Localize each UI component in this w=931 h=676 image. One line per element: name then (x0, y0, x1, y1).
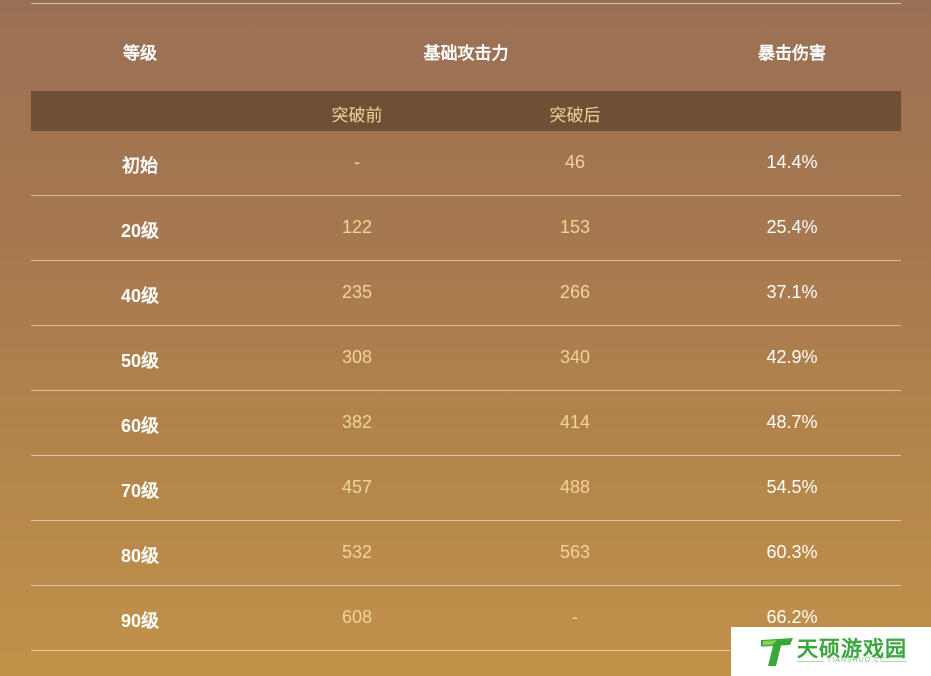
cell-before: 608 (341, 607, 373, 627)
cell-after: 46 (564, 152, 586, 172)
cell-crit: 54.5% (766, 477, 818, 497)
cell-after: 563 (559, 542, 591, 562)
tianshuo-logo-icon (761, 638, 793, 666)
header-level: 等级 (123, 44, 157, 63)
cell-after: 414 (559, 412, 591, 432)
cell-level: 70级 (120, 481, 160, 501)
cell-after: - (572, 607, 578, 627)
table-row: 20级 122 153 25.4% (31, 196, 901, 261)
cell-level: 80级 (120, 546, 160, 566)
cell-level: 20级 (120, 221, 160, 241)
cell-before: 235 (341, 282, 373, 302)
watermark-line-left (797, 661, 823, 662)
cell-before: - (354, 152, 360, 172)
cell-crit: 48.7% (766, 412, 818, 432)
header-crit-dmg: 暴击伤害 (758, 44, 826, 63)
subheader-before: 突破前 (331, 106, 383, 125)
cell-after: 266 (559, 282, 591, 302)
table-row: 50级 308 340 42.9% (31, 326, 901, 391)
cell-crit: 14.4% (766, 152, 818, 172)
cell-crit: 42.9% (766, 347, 818, 367)
cell-crit: 60.3% (766, 542, 818, 562)
table-header: 等级 基础攻击力 暴击伤害 (31, 4, 901, 91)
cell-before: 532 (341, 542, 373, 562)
watermark-line-right (881, 661, 907, 662)
cell-level: 90级 (120, 611, 160, 631)
stats-table: 等级 基础攻击力 暴击伤害 突破前 突破后 初始 - 46 14.4% 20级 … (31, 0, 901, 651)
cell-before: 308 (341, 347, 373, 367)
table-row: 初始 - 46 14.4% (31, 131, 901, 196)
cell-crit: 37.1% (766, 282, 818, 302)
cell-level: 初始 (122, 156, 158, 176)
watermark-domain: TIANSHUO.CC (827, 657, 887, 664)
subheader-after: 突破后 (549, 106, 601, 125)
cell-before: 382 (341, 412, 373, 432)
cell-before: 457 (341, 477, 373, 497)
site-watermark: 天硕游戏园 TIANSHUO.CC (731, 627, 931, 676)
header-base-atk: 基础攻击力 (423, 44, 509, 63)
table-row: 80级 532 563 60.3% (31, 521, 901, 586)
cell-before: 122 (341, 217, 373, 237)
cell-after: 488 (559, 477, 591, 497)
cell-level: 60级 (120, 416, 160, 436)
cell-crit: 25.4% (766, 217, 818, 237)
cell-after: 153 (559, 217, 591, 237)
cell-crit: 66.2% (766, 607, 818, 627)
cell-level: 40级 (120, 286, 160, 306)
table-row: 70级 457 488 54.5% (31, 456, 901, 521)
table-row: 60级 382 414 48.7% (31, 391, 901, 456)
table-row: 40级 235 266 37.1% (31, 261, 901, 326)
cell-after: 340 (559, 347, 591, 367)
cell-level: 50级 (120, 351, 160, 371)
table-subheader: 突破前 突破后 (31, 91, 901, 131)
